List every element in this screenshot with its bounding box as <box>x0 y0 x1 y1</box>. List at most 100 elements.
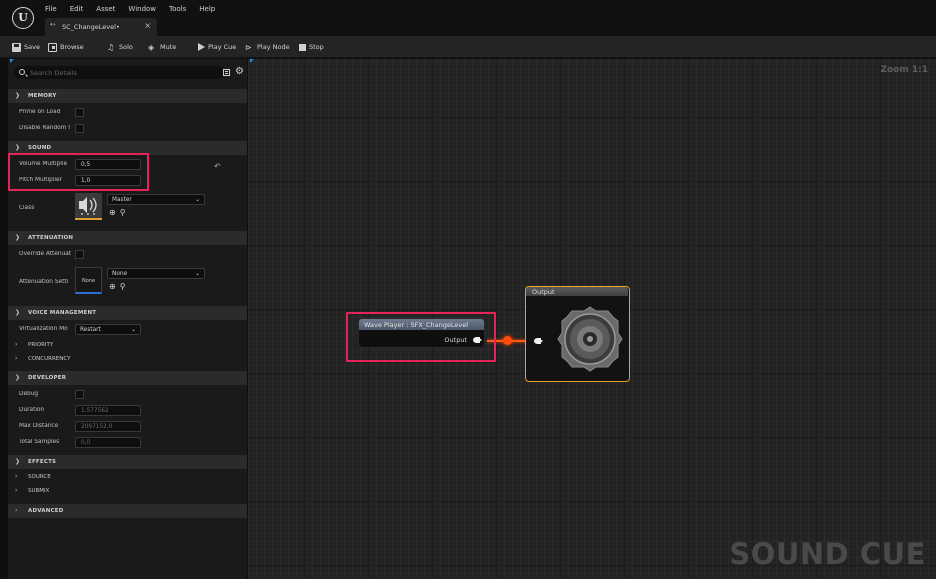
override-attenuation-label: Override Attenuat <box>19 251 72 257</box>
mute-button[interactable]: ◈ Mute <box>148 41 176 53</box>
save-button[interactable]: Save <box>12 41 40 53</box>
stop-icon <box>299 43 306 51</box>
duration-label: Duration <box>19 407 45 413</box>
subsection-concurrency[interactable]: › CONCURRENCY <box>8 352 247 366</box>
solo-button[interactable]: ♫ Solo <box>107 41 133 53</box>
chevron-down-icon: ⌄ <box>194 196 200 203</box>
speaker-icon <box>557 306 623 372</box>
menu-bar: File Edit Asset Window Tools Help <box>45 4 228 14</box>
browse-label: Browse <box>60 43 84 51</box>
section-memory[interactable]: ❯ MEMORY <box>8 89 247 103</box>
menu-help[interactable]: Help <box>199 4 221 14</box>
section-developer[interactable]: ❯ DEVELOPER <box>8 371 247 385</box>
pitch-multiplier-field[interactable]: 1,0 <box>75 175 141 186</box>
pitch-multiplier-value: 1,0 <box>81 178 91 184</box>
subsection-concurrency-label: CONCURRENCY <box>28 356 71 362</box>
section-effects-label: EFFECTS <box>28 459 57 465</box>
unreal-logo-icon[interactable]: U <box>12 7 34 29</box>
attenuation-thumbnail[interactable]: None <box>75 267 102 294</box>
section-voice-management[interactable]: ❯ VOICE MANAGEMENT <box>8 306 247 320</box>
output-pin-icon[interactable] <box>473 337 482 343</box>
solo-label: Solo <box>119 43 133 51</box>
search-icon <box>19 69 25 75</box>
max-distance-field: 2097152,0 <box>75 421 141 432</box>
wave-player-node-header: Wave Player : SFX_ChangeLevel <box>359 319 484 330</box>
details-panel: Search Details ⚙ ❯ MEMORY Prime on Load … <box>8 59 247 579</box>
prime-on-load-checkbox[interactable] <box>75 108 84 117</box>
section-advanced[interactable]: › ADVANCED <box>8 504 247 518</box>
subsection-submix[interactable]: › SUBMIX <box>8 484 247 498</box>
stop-button[interactable]: Stop <box>299 41 324 53</box>
menu-window[interactable]: Window <box>128 4 162 14</box>
browse-asset-search-icon[interactable]: ⚲ <box>120 208 126 217</box>
browse-asset-search-icon[interactable]: ⚲ <box>120 282 126 291</box>
close-tab-icon[interactable]: × <box>144 21 151 30</box>
total-samples-field: 0,0 <box>75 437 141 448</box>
sound-class-value: Master <box>112 197 132 203</box>
menu-edit[interactable]: Edit <box>70 4 90 14</box>
menu-asset[interactable]: Asset <box>96 4 121 14</box>
save-icon <box>12 42 21 52</box>
duration-field: 1,577562 <box>75 405 141 416</box>
sound-cue-icon: ⁴⁺ <box>50 22 57 30</box>
section-sound[interactable]: ❯ SOUND <box>8 141 247 155</box>
sound-cue-graph[interactable]: Zoom 1:1 SOUND CUE Wave Player : SFX_Cha… <box>248 59 936 579</box>
subsection-source-label: SOURCE <box>28 474 51 480</box>
browse-button[interactable]: Browse <box>48 41 84 53</box>
attenuation-thumbnail-text: None <box>82 278 96 284</box>
attenuation-settings-label: Attenuation Setti <box>19 279 69 285</box>
override-attenuation-checkbox[interactable] <box>75 250 84 259</box>
chevron-right-icon: › <box>15 341 18 348</box>
settings-gear-icon[interactable]: ⚙ <box>235 67 244 77</box>
chevron-down-icon: ❯ <box>15 92 21 99</box>
wire-reroute-knot[interactable] <box>503 336 512 345</box>
sound-class-thumbnail[interactable] <box>75 193 102 220</box>
attenuation-settings-dropdown[interactable]: None ⌄ <box>107 268 205 279</box>
volume-multiplier-field[interactable]: 0,5 <box>75 159 141 170</box>
chevron-down-icon: ⌄ <box>194 270 200 277</box>
section-effects[interactable]: ❯ EFFECTS <box>8 455 247 469</box>
menu-tools[interactable]: Tools <box>169 4 192 14</box>
zoom-indicator: Zoom 1:1 <box>880 65 928 75</box>
section-memory-label: MEMORY <box>28 93 57 99</box>
document-tab-label: SC_ChangeLevel• <box>62 23 120 31</box>
max-distance-label: Max Distance <box>19 423 59 429</box>
search-placeholder: Search Details <box>30 69 77 77</box>
duration-value: 1,577562 <box>81 408 109 414</box>
section-attenuation[interactable]: ❯ ATTENUATION <box>8 231 247 245</box>
chevron-right-icon: › <box>15 473 18 480</box>
chevron-right-icon: › <box>15 507 18 514</box>
menu-file[interactable]: File <box>45 4 63 14</box>
total-samples-value: 0,0 <box>81 440 91 446</box>
section-sound-label: SOUND <box>28 145 52 151</box>
debug-checkbox[interactable] <box>75 390 84 399</box>
output-node-header: Output <box>526 287 628 296</box>
max-distance-value: 2097152,0 <box>81 424 113 430</box>
wave-player-node[interactable]: Wave Player : SFX_ChangeLevel Output <box>358 318 485 348</box>
use-selected-asset-icon[interactable]: ⊕ <box>109 208 116 217</box>
toolbar: Save Browse ♫ Solo ◈ Mute Play Cue ⊳ Pla… <box>0 36 936 58</box>
use-selected-asset-icon[interactable]: ⊕ <box>109 282 116 291</box>
total-samples-label: Total Samples <box>19 439 60 445</box>
document-tab-sc-changelevel[interactable]: ⁴⁺ SC_ChangeLevel• × <box>45 18 157 36</box>
virtualization-mode-dropdown[interactable]: Restart ⌄ <box>75 324 141 335</box>
search-details-input[interactable]: Search Details <box>14 66 224 79</box>
table-view-icon[interactable] <box>223 69 230 76</box>
mute-label: Mute <box>160 43 177 51</box>
wave-player-node-title: Wave Player : SFX_ChangeLevel <box>364 321 469 329</box>
section-advanced-label: ADVANCED <box>28 508 64 514</box>
attenuation-settings-value: None <box>112 271 128 277</box>
output-node[interactable]: Output <box>525 286 630 382</box>
play-cue-button[interactable]: Play Cue <box>198 41 236 53</box>
play-node-button[interactable]: ⊳ Play Node <box>245 41 290 53</box>
sound-class-dropdown[interactable]: Master ⌄ <box>107 194 205 205</box>
input-pin-icon[interactable] <box>534 338 543 344</box>
disable-random-checkbox[interactable] <box>75 124 84 133</box>
chevron-right-icon: › <box>15 355 18 362</box>
sound-class-icon <box>75 193 102 218</box>
reset-to-default-icon[interactable]: ↶ <box>214 162 221 171</box>
subsection-source[interactable]: › SOURCE <box>8 470 247 484</box>
chevron-down-icon: ❯ <box>15 234 21 241</box>
chevron-right-icon: › <box>15 487 18 494</box>
subsection-priority[interactable]: › PRIORITY <box>8 338 247 352</box>
